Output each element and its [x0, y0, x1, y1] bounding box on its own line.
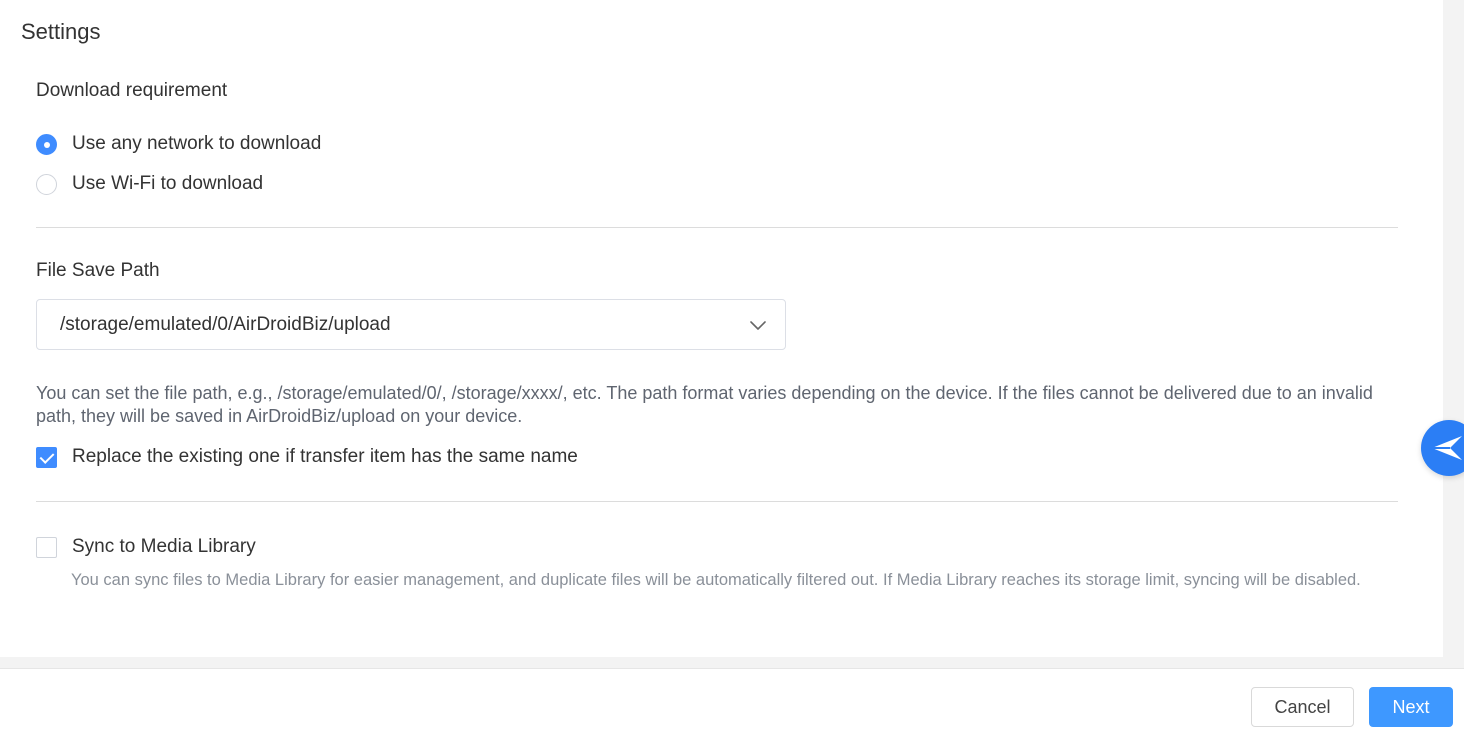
download-requirement-title: Download requirement — [36, 80, 228, 101]
media-library-help-text: You can sync files to Media Library for … — [71, 571, 1361, 589]
replace-existing-label: Replace the existing one if transfer ite… — [72, 446, 578, 467]
radio-label: Use Wi-Fi to download — [72, 173, 264, 194]
replace-existing-checkbox[interactable] — [36, 446, 57, 468]
sync-media-library-row[interactable]: Sync to Media Library — [36, 536, 256, 558]
sync-media-library-checkbox[interactable] — [36, 536, 57, 558]
radio-indicator[interactable] — [36, 173, 57, 195]
radio-label: Use any network to download — [72, 133, 322, 154]
select-value: /storage/emulated/0/AirDroidBiz/upload — [60, 313, 391, 335]
sync-media-library-label: Sync to Media Library — [72, 536, 256, 557]
chevron-down-icon[interactable] — [749, 316, 767, 334]
radio-any-network[interactable]: Use any network to download — [36, 133, 321, 155]
file-save-path-title: File Save Path — [36, 260, 160, 281]
scroll-gutter — [1443, 0, 1464, 657]
replace-existing-checkbox-row[interactable]: Replace the existing one if transfer ite… — [36, 446, 578, 468]
radio-wifi-only[interactable]: Use Wi-Fi to download — [36, 173, 263, 195]
file-path-help-text: You can set the file path, e.g., /storag… — [36, 383, 1373, 426]
settings-panel: Settings Download requirement Use any ne… — [0, 0, 1443, 657]
footer-bar: Cancel Next — [0, 668, 1464, 741]
send-plane-icon — [1432, 436, 1462, 460]
page-title: Settings — [21, 19, 101, 44]
cancel-button[interactable]: Cancel — [1251, 687, 1354, 727]
next-button[interactable]: Next — [1369, 687, 1453, 727]
file-save-path-select[interactable]: /storage/emulated/0/AirDroidBiz/upload — [36, 299, 786, 350]
divider — [36, 227, 1398, 228]
divider — [36, 501, 1398, 502]
radio-indicator-checked[interactable] — [36, 133, 57, 155]
